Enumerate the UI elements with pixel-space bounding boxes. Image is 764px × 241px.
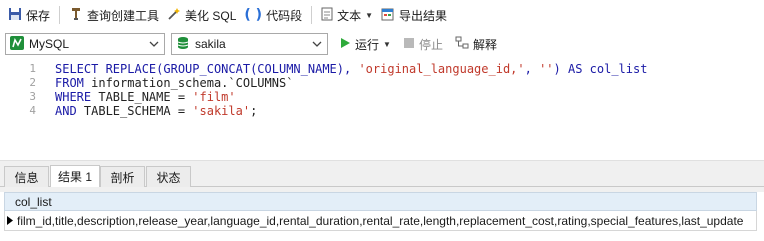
code-token: TABLE_NAME = — [98, 90, 193, 104]
code-text: FROM information_schema.`COLUMNS` — [55, 76, 293, 90]
code-text: AND TABLE_SCHEMA = 'sakila'; — [55, 104, 257, 118]
beautify-sql-label: 美化 SQL — [185, 8, 237, 23]
current-row-arrow-icon — [5, 211, 15, 230]
query-builder-button[interactable]: 查询创建工具 — [66, 3, 162, 27]
code-token: , — [524, 62, 540, 76]
code-line: 2 FROM information_schema.`COLUMNS` — [0, 76, 764, 90]
code-token: TABLE_SCHEMA = — [83, 104, 193, 118]
chevron-down-icon: ▼ — [365, 10, 374, 20]
run-button[interactable]: 运行 ▼ — [336, 33, 394, 55]
database-value: sakila — [195, 37, 226, 51]
chevron-down-icon: ▼ — [383, 39, 391, 49]
code-token: 'sakila' — [192, 104, 251, 118]
save-label: 保存 — [26, 8, 51, 23]
stop-label: 停止 — [418, 37, 443, 52]
explain-icon — [455, 36, 469, 53]
code-token: (GROUP_CONCAT(COLUMN_NAME), — [156, 62, 359, 76]
query-builder-icon — [69, 7, 83, 24]
code-token: AND — [55, 104, 84, 118]
query-builder-label: 查询创建工具 — [87, 8, 160, 23]
line-number: 3 — [29, 90, 36, 103]
code-line: 4 AND TABLE_SCHEMA = 'sakila'; — [0, 104, 764, 118]
table-row[interactable]: film_id,title,description,release_year,l… — [4, 211, 757, 231]
code-token: WHERE — [55, 90, 99, 104]
code-token: ) AS col_list — [553, 62, 648, 76]
sql-editor[interactable]: 1 SELECT REPLACE(GROUP_CONCAT(COLUMN_NAME… — [0, 58, 764, 160]
line-number: 4 — [29, 104, 36, 117]
db-type-value: MySQL — [29, 37, 70, 51]
code-token: information_schema.`COLUMNS` — [91, 76, 294, 90]
code-token: ; — [250, 104, 258, 118]
stop-button[interactable]: 停止 — [400, 33, 446, 55]
text-mode-label: 文本 — [337, 8, 362, 23]
code-snippet-icon: ( ) — [244, 7, 263, 23]
stop-icon — [403, 37, 415, 52]
result-grid: col_list film_id,title,description,relea… — [0, 187, 764, 241]
code-token: SELECT REPLACE — [55, 62, 157, 76]
database-select[interactable]: sakila — [171, 33, 328, 55]
tab-profile[interactable]: 剖析 — [100, 166, 145, 187]
code-line: 3 WHERE TABLE_NAME = 'film' — [0, 90, 764, 104]
code-line: 1 SELECT REPLACE(GROUP_CONCAT(COLUMN_NAME… — [0, 62, 764, 76]
beautify-sql-button[interactable]: 美化 SQL — [164, 3, 239, 27]
code-token: 'original_language_id,' — [358, 62, 525, 76]
save-icon — [8, 7, 22, 24]
code-token: 'film' — [192, 90, 236, 104]
mysql-icon — [10, 35, 24, 53]
line-number: 2 — [29, 76, 36, 89]
column-header-col-list[interactable]: col_list — [4, 192, 757, 211]
toolbar-divider — [311, 6, 313, 24]
result-cell[interactable]: film_id,title,description,release_year,l… — [15, 214, 743, 228]
tab-status[interactable]: 状态 — [146, 166, 191, 187]
chevron-down-icon — [148, 37, 160, 54]
export-icon — [381, 7, 395, 24]
code-token: '' — [539, 62, 554, 76]
db-type-select[interactable]: MySQL — [5, 33, 165, 55]
database-icon — [176, 36, 190, 53]
connection-toolbar: MySQL sakila 运行 ▼ 停止 解释 — [0, 30, 764, 58]
tab-result-1[interactable]: 结果 1 — [50, 165, 100, 187]
beautify-icon — [167, 7, 181, 24]
code-snippet-button[interactable]: ( ) 代码段 — [241, 3, 305, 27]
code-token: FROM — [55, 76, 92, 90]
text-doc-icon — [321, 7, 333, 24]
main-toolbar: 保存 查询创建工具 美化 SQL ( ) 代码段 文本 ▼ 导出结果 — [0, 0, 764, 30]
tab-info[interactable]: 信息 — [4, 166, 49, 187]
run-icon — [339, 36, 351, 53]
export-result-label: 导出结果 — [399, 8, 448, 23]
line-number: 1 — [29, 62, 36, 75]
code-text: SELECT REPLACE(GROUP_CONCAT(COLUMN_NAME)… — [55, 62, 647, 76]
save-button[interactable]: 保存 — [5, 3, 53, 27]
explain-label: 解释 — [472, 37, 497, 52]
run-label: 运行 — [355, 37, 380, 52]
chevron-down-icon — [311, 37, 323, 54]
explain-button[interactable]: 解释 — [452, 33, 500, 55]
result-tabs: 信息 结果 1 剖析 状态 — [0, 164, 764, 187]
code-text: WHERE TABLE_NAME = 'film' — [55, 90, 236, 104]
export-result-button[interactable]: 导出结果 — [378, 3, 450, 27]
text-mode-button[interactable]: 文本 ▼ — [318, 3, 376, 27]
code-snippet-label: 代码段 — [266, 8, 303, 23]
toolbar-divider — [59, 6, 61, 24]
